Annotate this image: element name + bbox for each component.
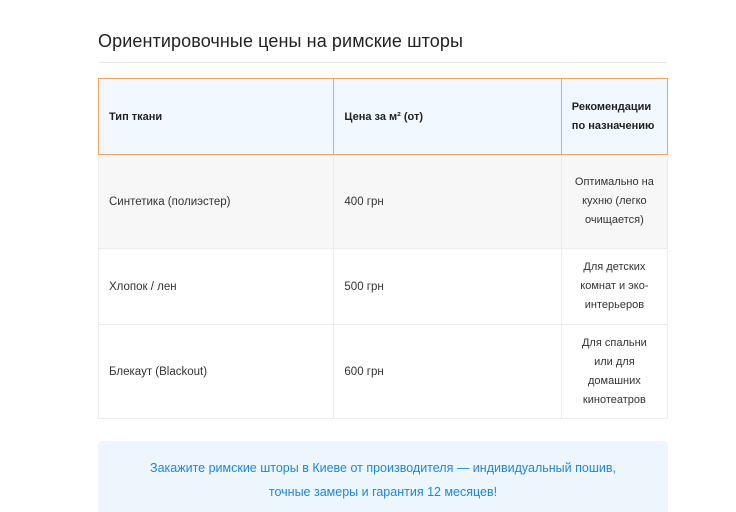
column-header-fabric: Тип ткани: [97, 78, 335, 155]
price-table: Тип ткани Цена за м² (от) Рекомендации п…: [97, 78, 669, 419]
cell-fabric: Синтетика (полиэстер): [97, 154, 335, 249]
cell-fabric: Хлопок / лен: [97, 248, 335, 325]
table-row: Синтетика (полиэстер) 400 грн Оптимально…: [97, 154, 669, 249]
cell-recommendation: Для детских комнат и эко-интерьеров: [560, 248, 669, 325]
cell-recommendation: Оптимально на кухню (легко очищается): [560, 154, 669, 249]
title-divider: [98, 62, 667, 63]
table-row: Блекаут (Blackout) 600 грн Для спальни и…: [97, 324, 669, 419]
cell-price: 500 грн: [333, 248, 562, 325]
page: Ориентировочные цены на римские шторы Ти…: [0, 0, 736, 512]
cell-recommendation: Для спальни или для домашних кинотеатров: [560, 324, 669, 419]
cta-banner: Закажите римские шторы в Киеве от произв…: [98, 441, 668, 512]
cell-price: 400 грн: [333, 154, 562, 249]
column-header-recommendation: Рекомендации по назначению: [560, 78, 669, 155]
column-header-price: Цена за м² (от): [333, 78, 562, 155]
table-header-row: Тип ткани Цена за м² (от) Рекомендации п…: [97, 78, 669, 155]
cell-fabric: Блекаут (Blackout): [97, 324, 335, 419]
section-title: Ориентировочные цены на римские шторы: [98, 31, 464, 51]
cell-price: 600 грн: [333, 324, 562, 419]
table-row: Хлопок / лен 500 грн Для детских комнат …: [97, 248, 669, 325]
